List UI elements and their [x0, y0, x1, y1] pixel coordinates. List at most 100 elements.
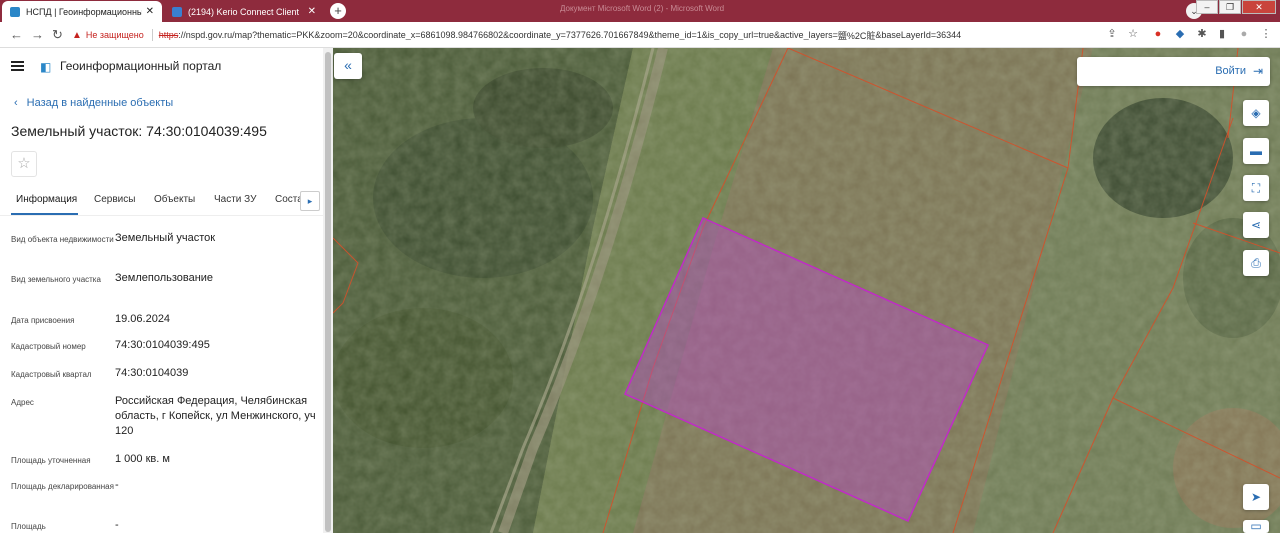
row-value: Землепользование: [115, 272, 214, 284]
url-input[interactable]: ▲ Не защищено https ://nspd.gov.ru/map?t…: [72, 25, 1100, 45]
tab-kerio[interactable]: (2194) Kerio Connect Client ✕: [164, 1, 324, 22]
window-title: Документ Microsoft Word (2) - Microsoft …: [560, 4, 725, 13]
extension-icon[interactable]: ◆: [1174, 28, 1186, 40]
browser-menu-icon[interactable]: ⋮: [1260, 28, 1272, 40]
back-label: Назад в найденные объекты: [26, 97, 174, 109]
row-key: Площадь декларированная: [11, 482, 114, 491]
login-arrow-icon: ⇥: [1252, 64, 1263, 78]
row-value: 19.06.2024: [115, 313, 171, 325]
info-row: Площадь уточненная 1 000 кв. м: [11, 452, 316, 468]
row-key: Адрес: [11, 398, 34, 407]
info-row: Дата присвоения 19.06.2024: [11, 312, 316, 328]
info-tabs: Информация Сервисы Объекты Части ЗУ Сост…: [0, 188, 323, 216]
tab-title: (2194) Kerio Connect Client: [188, 6, 300, 17]
tab-title: НСПД | Геоинформационный п: [26, 6, 142, 17]
share-page-icon[interactable]: ⇪: [1106, 28, 1118, 40]
row-value: -: [115, 479, 119, 491]
layers-button[interactable]: ◈: [1243, 100, 1269, 126]
row-key: Площадь: [11, 522, 46, 531]
measure-button[interactable]: ▬: [1243, 138, 1269, 164]
select-area-icon: ⛶: [1251, 181, 1261, 195]
collapse-panel-button[interactable]: «: [334, 53, 362, 79]
scrollbar-thumb[interactable]: [325, 52, 331, 532]
tabs-scroll-right-button[interactable]: ▸: [300, 191, 320, 211]
sidebar-icon[interactable]: ▮: [1216, 28, 1228, 40]
kerio-favicon-icon: [172, 6, 182, 17]
share-button[interactable]: ⋖: [1243, 212, 1269, 238]
info-panel: ◧ Геоинформационный портал ‹ Назад в найд…: [0, 48, 323, 533]
share-icon: ⋖: [1250, 218, 1262, 232]
extra-tool-button[interactable]: ▭: [1243, 520, 1269, 533]
info-row: Адрес Российская Федерация, Челябинская …: [11, 394, 316, 439]
ruler-icon: ▬: [1250, 144, 1262, 158]
browser-tab-strip: НСПД | Геоинформационный п ✕ (2194) Keri…: [0, 0, 1280, 22]
restore-icon[interactable]: ❐: [1219, 0, 1241, 14]
minimize-icon[interactable]: –: [1196, 0, 1218, 14]
extra-tool-icon: ▭: [1250, 519, 1262, 533]
row-key: Кадастровый номер: [11, 342, 86, 351]
info-row: Кадастровый квартал 74:30:0104039: [11, 366, 316, 382]
row-value: 1 000 кв. м: [115, 453, 170, 465]
row-key: Вид земельного участка: [11, 275, 101, 284]
chevron-left-icon: ‹: [14, 97, 18, 109]
reload-icon[interactable]: ↻: [52, 27, 63, 43]
row-key: Кадастровый квартал: [11, 370, 92, 379]
tab-services[interactable]: Сервисы: [94, 194, 135, 205]
new-tab-button[interactable]: +: [330, 3, 346, 19]
nspd-favicon-icon: [10, 6, 20, 17]
satellite-imagery: [333, 48, 1280, 533]
row-key: Площадь уточненная: [11, 456, 91, 465]
select-area-button[interactable]: ⛶: [1243, 175, 1269, 201]
bookmark-star-icon[interactable]: ☆: [1127, 28, 1139, 40]
yandex-extension-icon[interactable]: ●: [1152, 28, 1164, 40]
info-row: Вид земельного участка Землепользование: [11, 271, 316, 287]
row-key: Дата присвоения: [11, 316, 75, 325]
address-bar: ← → ↻ ▲ Не защищено https ://nspd.gov.ru…: [0, 22, 1280, 48]
locate-button[interactable]: ➤: [1243, 484, 1269, 510]
app-title: Геоинформационный портал: [60, 59, 222, 73]
url-text: ://nspd.gov.ru/map?thematic=PKK&zoom=20&…: [178, 30, 838, 40]
panel-scrollbar[interactable]: [323, 48, 333, 533]
row-key: Вид объекта недвижимости: [11, 235, 114, 244]
divider: [151, 29, 153, 41]
window-controls: – ❐ ✕: [1195, 0, 1276, 14]
locate-icon: ➤: [1250, 490, 1262, 504]
active-tab-indicator: [11, 213, 78, 215]
close-window-icon[interactable]: ✕: [1242, 0, 1276, 14]
row-value: Земельный участок: [115, 232, 216, 244]
info-row: Площадь -: [11, 518, 316, 533]
info-row: Вид объекта недвижимости Земельный участ…: [11, 231, 316, 247]
panel-header: ◧ Геоинформационный портал: [11, 59, 222, 74]
print-button[interactable]: ⎙: [1243, 250, 1269, 276]
menu-icon[interactable]: [11, 61, 24, 71]
warning-icon: ▲: [72, 29, 82, 41]
map-canvas[interactable]: [333, 48, 1280, 533]
tab-objects[interactable]: Объекты: [154, 194, 195, 205]
login-button[interactable]: Войти ⇥: [1077, 57, 1270, 86]
profile-avatar-icon[interactable]: ●: [1238, 28, 1250, 40]
insecure-label: Не защищено: [85, 30, 144, 40]
tab-parts[interactable]: Части ЗУ: [214, 194, 256, 205]
print-icon: ⎙: [1251, 256, 1261, 270]
puzzle-extensions-icon[interactable]: ✱: [1196, 28, 1208, 40]
login-label: Войти: [1215, 65, 1246, 77]
info-row: Кадастровый номер 74:30:0104039:495: [11, 338, 316, 354]
tab-info[interactable]: Информация: [16, 194, 77, 205]
tab-nspd[interactable]: НСПД | Геоинформационный п ✕: [2, 1, 162, 22]
row-value: 74:30:0104039:495: [115, 339, 210, 351]
row-value: Российская Федерация, Челябинская област…: [115, 395, 316, 437]
favorite-star-button[interactable]: ☆: [11, 151, 37, 177]
row-value: -: [115, 519, 119, 531]
url-glyph: 鹽%2C賍: [837, 30, 876, 41]
back-to-results-link[interactable]: ‹ Назад в найденные объекты: [14, 97, 173, 109]
back-arrow-icon[interactable]: ←: [10, 27, 23, 42]
forward-arrow-icon[interactable]: →: [31, 27, 44, 42]
info-row: Площадь декларированная -: [11, 478, 316, 494]
url-scheme: https: [158, 30, 179, 40]
portal-logo-icon: ◧: [40, 60, 52, 74]
page-title: Земельный участок: 74:30:0104039:495: [11, 123, 267, 139]
close-tab-icon[interactable]: ✕: [308, 6, 316, 17]
row-value: 74:30:0104039: [115, 367, 189, 379]
layers-icon: ◈: [1251, 106, 1261, 120]
close-tab-icon[interactable]: ✕: [146, 6, 154, 17]
